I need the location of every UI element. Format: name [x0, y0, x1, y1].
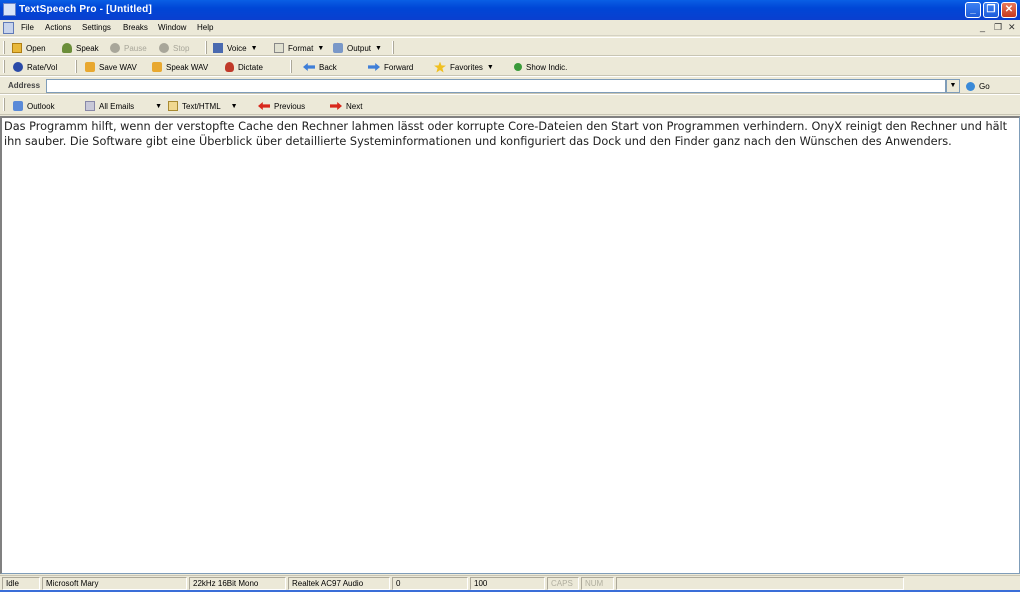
chevron-down-icon: ▼ [230, 102, 238, 110]
toolbar-grip[interactable] [3, 98, 5, 111]
title-bar: TextSpeech Pro - [Untitled] _ ❐ ✕ [0, 0, 1020, 20]
go-button[interactable]: Go [966, 80, 990, 92]
all-emails-button[interactable]: All Emails ▼ [85, 100, 162, 112]
chevron-down-icon: ▼ [486, 63, 494, 71]
minimize-button[interactable]: _ [965, 2, 981, 18]
stop-button[interactable]: Stop [159, 42, 189, 54]
favorites-button[interactable]: Favorites ▼ [434, 61, 494, 73]
menu-window[interactable]: Window [158, 23, 186, 32]
back-arrow-icon [303, 63, 315, 71]
status-panel-empty [616, 577, 904, 590]
previous-button[interactable]: Previous [258, 100, 305, 112]
output-button[interactable]: Output ▼ [333, 42, 382, 54]
status-volume: 100 [470, 577, 545, 590]
folder-icon [12, 43, 22, 53]
address-label: Address [8, 81, 41, 90]
menu-file[interactable]: File [21, 23, 34, 32]
document-text[interactable]: Das Programm hilft, wenn der verstopfte … [2, 118, 1019, 149]
go-icon [966, 81, 975, 91]
pause-button[interactable]: Pause [110, 42, 147, 54]
next-arrow-icon [330, 102, 342, 110]
forward-arrow-icon [368, 63, 380, 71]
menu-bar: File Actions Settings Breaks Window Help… [0, 20, 1020, 36]
toolbar-grip[interactable] [3, 41, 5, 54]
previous-arrow-icon [258, 102, 270, 110]
speak-wav-icon [152, 62, 162, 72]
rate-vol-button[interactable]: Rate/Vol [13, 61, 57, 73]
main-toolbar: Open Speak Pause Stop Voice ▼ Format ▼ Out… [0, 37, 1020, 56]
rate-icon [13, 62, 23, 72]
menu-actions[interactable]: Actions [45, 23, 71, 32]
star-icon [434, 61, 446, 73]
window-title: TextSpeech Pro - [Untitled] [19, 4, 153, 15]
pause-icon [110, 43, 120, 53]
restore-button[interactable]: ❐ [983, 2, 999, 18]
back-button[interactable]: Back [303, 61, 337, 73]
text-html-icon [168, 101, 178, 111]
save-wav-button[interactable]: Save WAV [85, 61, 137, 73]
show-indic-button[interactable]: Show Indic. [514, 61, 567, 73]
caps-lock-indicator: CAPS [547, 577, 579, 590]
output-icon [333, 43, 343, 53]
open-button[interactable]: Open [12, 42, 46, 54]
status-bar: Idle Microsoft Mary 22kHz 16Bit Mono Rea… [0, 575, 1020, 590]
dictate-button[interactable]: Dictate [225, 61, 263, 73]
email-icon [85, 101, 95, 111]
chevron-down-icon: ▼ [317, 44, 325, 52]
speak-wav-button[interactable]: Speak WAV [152, 61, 208, 73]
email-toolbar: Outlook All Emails ▼ Text/HTML ▼ Previous … [0, 94, 1020, 115]
toolbar-separator [290, 60, 292, 73]
status-voice: Microsoft Mary [42, 577, 187, 590]
stop-icon [159, 43, 169, 53]
status-state: Idle [2, 577, 40, 590]
toolbar-separator [205, 41, 207, 54]
chevron-down-icon: ▼ [375, 44, 382, 52]
toolbar-separator [75, 60, 77, 73]
format-icon [274, 43, 284, 53]
toolbar-grip[interactable] [3, 60, 5, 73]
num-lock-indicator: NUM [581, 577, 614, 590]
mdi-minimize-button[interactable]: _ [980, 22, 985, 32]
forward-button[interactable]: Forward [368, 61, 413, 73]
navigation-toolbar: Rate/Vol Save WAV Speak WAV Dictate Back… [0, 56, 1020, 76]
chevron-down-icon: ▼ [155, 102, 163, 110]
mdi-restore-button[interactable]: ❐ [994, 22, 1002, 33]
next-button[interactable]: Next [330, 100, 362, 112]
chevron-down-icon: ▼ [250, 44, 258, 52]
speak-button[interactable]: Speak [62, 42, 99, 54]
format-button[interactable]: Format ▼ [274, 42, 324, 54]
voice-icon [213, 43, 223, 53]
status-position: 0 [392, 577, 468, 590]
document-editor[interactable]: Das Programm hilft, wenn der verstopfte … [0, 116, 1020, 574]
save-wav-icon [85, 62, 95, 72]
indicator-icon [514, 63, 522, 71]
menu-breaks[interactable]: Breaks [123, 23, 148, 32]
address-input[interactable] [46, 79, 946, 93]
app-icon[interactable] [3, 3, 16, 16]
text-html-button[interactable]: Text/HTML ▼ [168, 100, 238, 112]
outlook-icon [13, 101, 23, 111]
address-dropdown-button[interactable]: ▼ [946, 79, 960, 93]
document-icon[interactable] [3, 22, 14, 34]
speak-icon [62, 43, 72, 53]
menu-help[interactable]: Help [197, 23, 213, 32]
toolbar-separator [392, 41, 394, 54]
status-audio-format: 22kHz 16Bit Mono [189, 577, 286, 590]
close-button[interactable]: ✕ [1001, 2, 1017, 18]
mdi-close-button[interactable]: ✕ [1008, 22, 1016, 33]
status-audio-device: Realtek AC97 Audio [288, 577, 390, 590]
outlook-button[interactable]: Outlook [13, 100, 55, 112]
microphone-icon [225, 62, 234, 72]
voice-button[interactable]: Voice ▼ [213, 42, 258, 54]
menu-settings[interactable]: Settings [82, 23, 111, 32]
address-bar: Address ▼ Go [0, 76, 1020, 94]
